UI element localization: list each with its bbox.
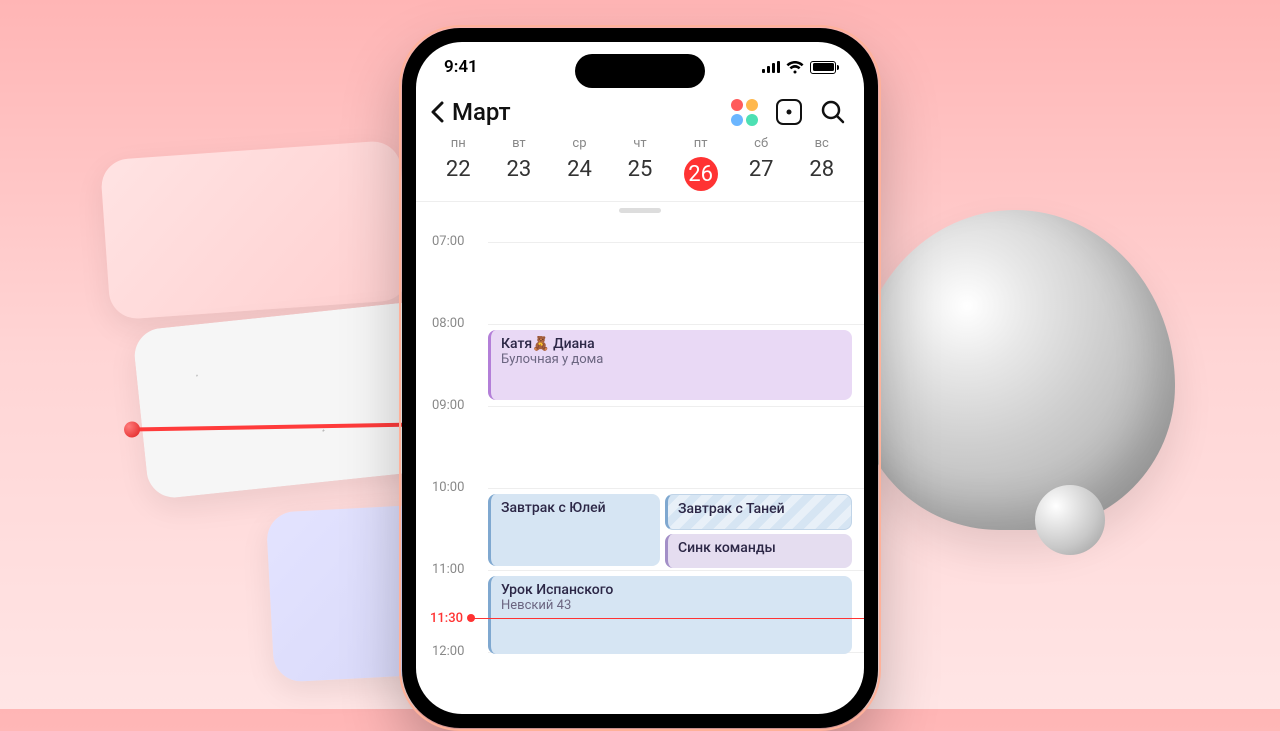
status-time: 9:41: [444, 57, 478, 77]
today-icon[interactable]: [776, 99, 802, 125]
now-indicator: 11:30: [430, 611, 864, 626]
day-fri[interactable]: пт26: [670, 136, 731, 191]
now-time-label: 11:30: [430, 611, 471, 626]
notch-island: [575, 54, 705, 88]
event-title: Завтрак с Юлей: [501, 500, 650, 516]
event-breakfast-tanya[interactable]: Завтрак с Таней: [665, 494, 852, 530]
event-subtitle: Булочная у дома: [501, 352, 842, 367]
apps-icon[interactable]: [731, 99, 758, 126]
event-title: Завтрак с Таней: [678, 501, 841, 517]
event-breakfast-yulya[interactable]: Завтрак с Юлей: [488, 494, 660, 566]
decorative-card-pink: [100, 140, 410, 321]
search-icon[interactable]: [820, 99, 846, 125]
event-team-sync[interactable]: Синк команды: [665, 534, 852, 568]
event-title: Синк команды: [678, 540, 842, 556]
day-sat[interactable]: сб27: [731, 136, 792, 191]
month-title: Март: [452, 98, 511, 126]
hour-label: 08:00: [432, 316, 464, 331]
day-tue[interactable]: вт23: [489, 136, 550, 191]
nav-header: Март: [416, 92, 864, 136]
cellular-icon: [762, 61, 780, 73]
event-title: Урок Испанского: [501, 582, 842, 598]
hour-label: 12:00: [432, 644, 464, 659]
timeline-scroll[interactable]: 07:00 08:00 09:00 10:00 11:00 12:00 Катя…: [416, 202, 864, 704]
day-wed[interactable]: ср24: [549, 136, 610, 191]
day-sun[interactable]: вс28: [791, 136, 852, 191]
hour-label: 11:00: [432, 562, 464, 577]
event-title: Катя🧸 Диана: [501, 336, 842, 352]
drag-handle[interactable]: [619, 208, 661, 213]
phone-frame: 9:41 Март: [402, 28, 878, 728]
event-katya-diana[interactable]: Катя🧸 Диана Булочная у дома: [488, 330, 852, 400]
hour-label: 07:00: [432, 234, 464, 249]
wifi-icon: [786, 61, 804, 74]
battery-icon: [810, 61, 836, 74]
decorative-bell: [855, 210, 1175, 530]
decorative-card-white: [132, 300, 448, 500]
day-thu[interactable]: чт25: [610, 136, 671, 191]
week-row: пн22 вт23 ср24 чт25 пт26 сб27 вс28: [416, 136, 864, 202]
back-button[interactable]: [430, 101, 444, 123]
hour-label: 09:00: [432, 398, 464, 413]
screen: 9:41 Март: [416, 42, 864, 714]
day-mon[interactable]: пн22: [428, 136, 489, 191]
hour-label: 10:00: [432, 480, 464, 495]
